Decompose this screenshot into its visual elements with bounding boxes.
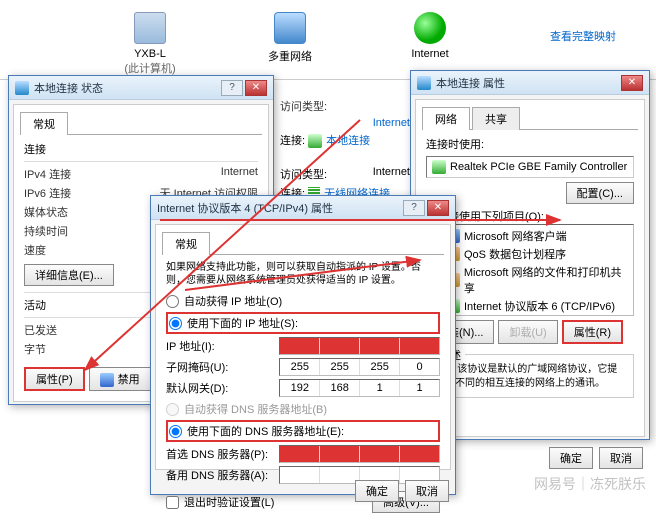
subnet-mask-input[interactable]: 2552552550 [279, 358, 440, 376]
close-button[interactable]: ✕ [245, 80, 267, 96]
help-button[interactable]: ? [221, 80, 243, 96]
item-properties-button[interactable]: 属性(R) [562, 320, 623, 344]
ip-address-label: IP 地址(I): [166, 338, 279, 354]
ipv6-label: IPv6 连接 [24, 185, 114, 201]
tab-network[interactable]: 网络 [422, 107, 470, 130]
access-panel: 访问类型: Internet 连接: 本地连接 访问类型: Internet 连… [280, 95, 410, 201]
view-full-map-link[interactable]: 查看完整映射 [550, 28, 616, 44]
adapter-name: Realtek PCIe GBE Family Controller [426, 156, 634, 178]
ok-button[interactable]: 确定 [549, 447, 593, 469]
bytes-label: 字节 [24, 341, 114, 357]
ip-address-input[interactable] [279, 337, 440, 355]
auto-ip-radio[interactable] [166, 295, 179, 308]
manual-ip-radio[interactable] [169, 317, 182, 330]
auto-dns-radio [166, 403, 179, 416]
configure-button[interactable]: 配置(C)... [566, 182, 634, 204]
dns2-label: 备用 DNS 服务器(A): [166, 467, 279, 483]
items-label: 此连接使用下列项目(O): [426, 208, 634, 224]
computer-icon [134, 12, 166, 44]
node-label: YXB-L [110, 48, 190, 60]
node-sublabel: (此计算机) [110, 60, 190, 76]
local-connection-link[interactable]: 本地连接 [326, 135, 370, 147]
uninstall-button[interactable]: 卸载(U) [498, 320, 557, 344]
connections-label: 连接: [280, 135, 305, 147]
network-icon [274, 12, 306, 44]
dialog-icon [15, 81, 29, 95]
manual-dns-label: 使用下面的 DNS 服务器地址(E): [187, 423, 344, 439]
adapter-icon [432, 160, 446, 174]
dns1-input[interactable] [279, 445, 440, 463]
watermark: 网易号｜冻死朕乐 [534, 474, 646, 494]
network-map-header: 查看完整映射 YXB-L (此计算机) 多重网络 Internet [0, 0, 656, 80]
validate-label: 退出时验证设置(L) [184, 494, 274, 510]
dialog-title: 本地连接 属性 [436, 75, 621, 91]
access-type-label: 访问类型: [280, 98, 370, 114]
speed-label: 速度 [24, 242, 114, 258]
node-label: 多重网络 [250, 48, 330, 64]
help-button[interactable]: ? [403, 200, 425, 216]
connection-section-label: 连接 [24, 141, 258, 157]
cancel-button[interactable]: 取消 [405, 480, 449, 502]
dialog-title: 本地连接 状态 [34, 80, 221, 96]
subnet-mask-label: 子网掩码(U): [166, 359, 279, 375]
intro-text: 如果网络支持此功能，则可以获取自动指派的 IP 设置。否则，您需要从网络系统管理… [166, 261, 440, 287]
tab-general[interactable]: 常规 [20, 112, 68, 135]
list-item: Internet 协议版本 6 (TCP/IPv6) [429, 297, 631, 315]
network-items-list[interactable]: Microsoft 网络客户端 QoS 数据包计划程序 Microsoft 网络… [426, 224, 634, 316]
details-button[interactable]: 详细信息(E)... [24, 264, 114, 286]
media-label: 媒体状态 [24, 204, 114, 220]
lan-icon [308, 134, 322, 148]
manual-dns-radio[interactable] [169, 425, 182, 438]
net-node-internet: Internet [390, 12, 470, 76]
ipv4-value: Internet [114, 166, 258, 182]
duration-label: 持续时间 [24, 223, 114, 239]
net-node-computer: YXB-L (此计算机) [110, 12, 190, 76]
access-type-label-2: 访问类型: [280, 169, 327, 181]
auto-dns-label: 自动获得 DNS 服务器地址(B) [184, 401, 327, 417]
cancel-button[interactable]: 取消 [599, 447, 643, 469]
description-text: /IP。该协议是默认的广域网络协议，它提供在不同的相互连接的网络上的通讯。 [435, 363, 625, 391]
shield-icon [100, 373, 114, 387]
ok-button[interactable]: 确定 [355, 480, 399, 502]
list-item: Microsoft 网络客户端 [429, 227, 631, 245]
validate-checkbox[interactable] [166, 496, 179, 509]
manual-ip-label: 使用下面的 IP 地址(S): [187, 315, 298, 331]
connect-using-label: 连接时使用: [426, 136, 634, 152]
tab-general[interactable]: 常规 [162, 232, 210, 255]
auto-ip-label: 自动获得 IP 地址(O) [184, 293, 282, 309]
sent-label: 已发送 [24, 322, 114, 338]
dns1-label: 首选 DNS 服务器(P): [166, 446, 279, 462]
dialog-title: Internet 协议版本 4 (TCP/IPv4) 属性 [157, 200, 403, 216]
access-type-value-2: Internet [373, 166, 410, 178]
list-item: QoS 数据包计划程序 [429, 245, 631, 263]
ipv4-label: IPv4 连接 [24, 166, 114, 182]
access-type-value: Internet [373, 117, 410, 129]
ipv4-properties-dialog: Internet 协议版本 4 (TCP/IPv4) 属性 ? ✕ 常规 如果网… [150, 195, 456, 495]
dialog-icon [417, 76, 431, 90]
list-item-ipv4: Internet 协议版本 4 (TCP/IPv4) [429, 315, 631, 316]
globe-icon [414, 12, 446, 44]
gateway-label: 默认网关(D): [166, 380, 279, 396]
disable-button[interactable]: 禁用 [89, 367, 151, 391]
close-button[interactable]: ✕ [621, 75, 643, 91]
net-node-network: 多重网络 [250, 12, 330, 76]
tab-sharing[interactable]: 共享 [472, 107, 520, 130]
properties-button[interactable]: 属性(P) [24, 367, 85, 391]
node-label: Internet [390, 48, 470, 60]
close-button[interactable]: ✕ [427, 200, 449, 216]
list-item: Microsoft 网络的文件和打印机共享 [429, 263, 631, 297]
gateway-input[interactable]: 19216811 [279, 379, 440, 397]
